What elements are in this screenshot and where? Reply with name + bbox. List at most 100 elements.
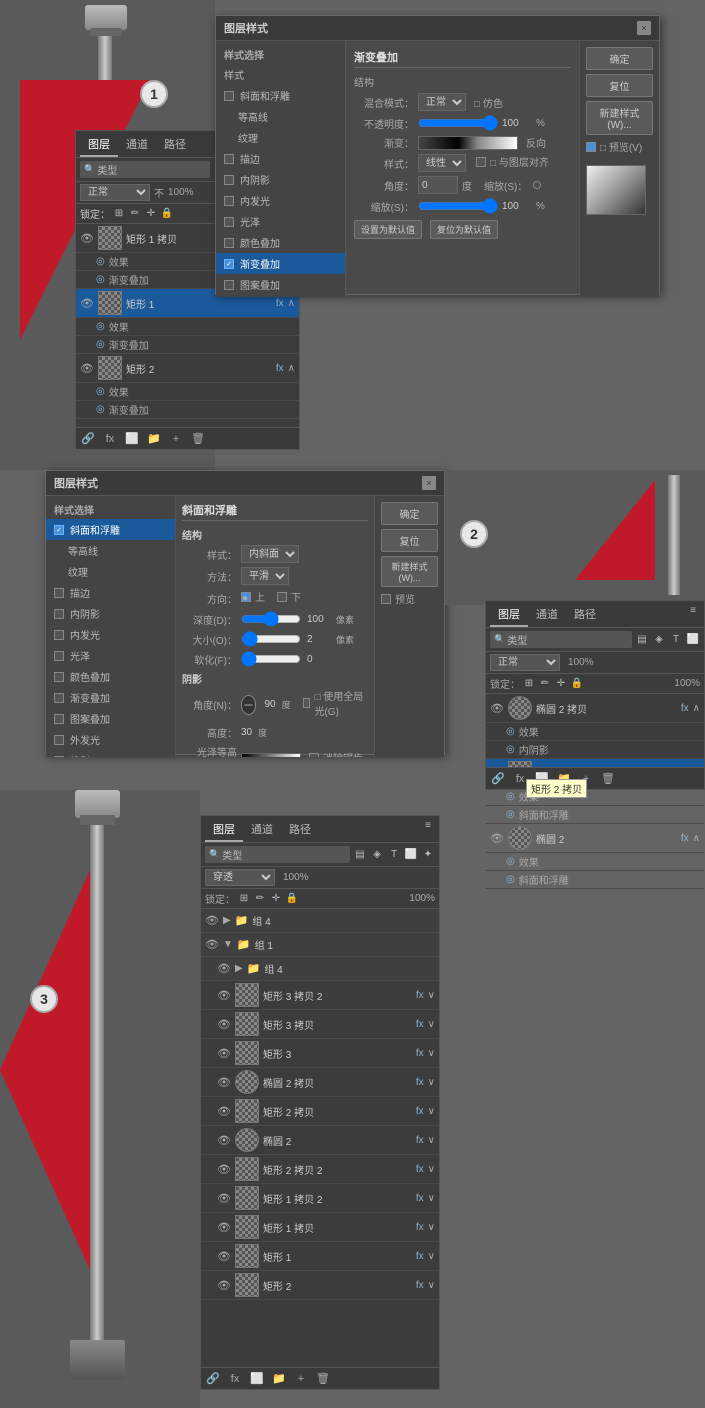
style-item-2[interactable]: 等高线 bbox=[216, 106, 345, 127]
lock-t-mid[interactable]: ⊞ bbox=[522, 677, 536, 691]
fx-e2c[interactable]: fx bbox=[681, 703, 689, 714]
size-slider[interactable] bbox=[241, 631, 301, 647]
depth-slider[interactable] bbox=[241, 611, 301, 627]
layer-r1cb[interactable]: 👁 矩形 1 拷贝 fx ∨ bbox=[201, 1213, 439, 1242]
d2-style-5[interactable]: 内发光 bbox=[46, 624, 175, 645]
expand-e2c[interactable]: ∧ bbox=[693, 703, 700, 714]
group-row-4-inner[interactable]: 👁 ▶ 📁 组 4 bbox=[201, 957, 439, 981]
preview-checkbox-1[interactable] bbox=[586, 142, 596, 152]
tri-g1[interactable]: ▼ bbox=[223, 939, 233, 950]
mask-icon-top[interactable]: ⬜ bbox=[124, 431, 140, 447]
delete-icon-bottom[interactable]: 🗑 bbox=[315, 1371, 331, 1387]
eye-r2b[interactable]: 👁 bbox=[217, 1279, 231, 1292]
layer-e2cb[interactable]: 👁 椭圆 2 拷贝 fx ∨ bbox=[201, 1068, 439, 1097]
expand-rect2[interactable]: ∧ bbox=[288, 363, 295, 374]
scale-slider[interactable] bbox=[418, 198, 498, 214]
layer-row-rect2[interactable]: 👁 矩形 2 fx ∧ bbox=[76, 354, 299, 383]
panel-menu-bottom[interactable]: ≡ bbox=[421, 818, 435, 832]
blend-mode-select[interactable]: 正常 bbox=[418, 93, 466, 111]
opacity-slider-d1[interactable] bbox=[418, 115, 498, 131]
lock-all-icon[interactable]: 🔒 bbox=[160, 207, 174, 221]
style-item-5[interactable]: 内阴影 bbox=[216, 169, 345, 190]
tab-paths-top[interactable]: 路径 bbox=[156, 133, 194, 157]
fx-e2cb[interactable]: fx bbox=[416, 1077, 424, 1088]
style-select-d2[interactable]: 内斜面 bbox=[241, 545, 299, 563]
style-item-0[interactable]: 样式 bbox=[216, 64, 345, 85]
eye-r1b[interactable]: 👁 bbox=[217, 1250, 231, 1263]
style-item-10[interactable]: 图案叠加 bbox=[216, 274, 345, 295]
eye-e2cb[interactable]: 👁 bbox=[217, 1076, 231, 1089]
lock-p-mid[interactable]: ✏ bbox=[538, 677, 552, 691]
fx-footer-bottom[interactable]: fx bbox=[227, 1371, 243, 1387]
lock-m-bottom[interactable]: ✛ bbox=[269, 892, 283, 906]
expand-r3c[interactable]: ∨ bbox=[428, 1019, 435, 1030]
adjust-icon-mid[interactable]: ◈ bbox=[652, 633, 666, 647]
align-checkbox[interactable] bbox=[476, 157, 486, 167]
tab-channels-bottom[interactable]: 通道 bbox=[243, 818, 281, 842]
tab-layers-bottom[interactable]: 图层 bbox=[205, 818, 243, 842]
group-icon-top[interactable]: 📁 bbox=[146, 431, 162, 447]
dir-down-cb[interactable] bbox=[277, 592, 287, 602]
gloss-curve[interactable] bbox=[241, 753, 301, 757]
style-item-6[interactable]: 内发光 bbox=[216, 190, 345, 211]
style-item-9[interactable]: ✓渐变叠加 bbox=[216, 253, 345, 274]
expand-e2cb[interactable]: ∨ bbox=[428, 1077, 435, 1088]
group-icon-bottom[interactable]: 📁 bbox=[271, 1371, 287, 1387]
fx-r1b[interactable]: fx bbox=[416, 1251, 424, 1262]
pixel-icon-bottom[interactable]: ▤ bbox=[353, 848, 367, 862]
text-icon-mid[interactable]: T bbox=[669, 633, 683, 647]
expand-rect1[interactable]: ∧ bbox=[288, 298, 295, 309]
eye-e2c[interactable]: 👁 bbox=[490, 702, 504, 715]
anti-alias-cb[interactable] bbox=[309, 753, 319, 758]
set-default-btn-d1[interactable]: 设置为默认值 bbox=[354, 220, 422, 239]
d2-style-11[interactable]: 投影 bbox=[46, 750, 175, 757]
d2-style-0[interactable]: ✓斜面和浮雕 bbox=[46, 519, 175, 540]
panel-menu-mid[interactable]: ≡ bbox=[686, 603, 700, 617]
d2-style-1[interactable]: 等高线 bbox=[46, 540, 175, 561]
fx-r3c[interactable]: fx bbox=[416, 1019, 424, 1030]
style-select-d1[interactable]: 线性 bbox=[418, 154, 466, 172]
style-item-7[interactable]: 光泽 bbox=[216, 211, 345, 232]
global-light-cb[interactable] bbox=[303, 698, 311, 708]
eye-r3c[interactable]: 👁 bbox=[217, 1018, 231, 1031]
style-item-3[interactable]: 纹理 bbox=[216, 127, 345, 148]
eye-r1c2b[interactable]: 👁 bbox=[217, 1192, 231, 1205]
fx-r1c2b[interactable]: fx bbox=[416, 1193, 424, 1204]
tab-paths-mid[interactable]: 路径 bbox=[566, 603, 604, 627]
style-item-4[interactable]: 描边 bbox=[216, 148, 345, 169]
eye-rect1copy[interactable]: 👁 bbox=[80, 232, 94, 245]
mask-icon-bottom[interactable]: ⬜ bbox=[249, 1371, 265, 1387]
reset-angle-d1[interactable]: 缩放(S)： bbox=[484, 178, 527, 193]
d2-style-8[interactable]: 渐变叠加 bbox=[46, 687, 175, 708]
blend-mode-select-top[interactable]: 正常 bbox=[80, 184, 150, 201]
group-row-4-top[interactable]: 👁 ▶ 📁 组 4 bbox=[201, 909, 439, 933]
layer-r2c2b[interactable]: 👁 矩形 2 拷贝 2 fx ∨ bbox=[201, 1155, 439, 1184]
layer-r2cb[interactable]: 👁 矩形 2 拷贝 fx ∨ bbox=[201, 1097, 439, 1126]
eye-rect2[interactable]: 👁 bbox=[80, 362, 94, 375]
new-icon-bottom[interactable]: + bbox=[293, 1371, 309, 1387]
fx-r2b[interactable]: fx bbox=[416, 1280, 424, 1291]
tri-g4i[interactable]: ▶ bbox=[235, 963, 243, 974]
eye-g1[interactable]: 👁 bbox=[205, 938, 219, 951]
expand-r1b[interactable]: ∨ bbox=[428, 1251, 435, 1262]
expand-r3[interactable]: ∨ bbox=[428, 1048, 435, 1059]
eye-r2cb[interactable]: 👁 bbox=[217, 1105, 231, 1118]
tab-channels-top[interactable]: 通道 bbox=[118, 133, 156, 157]
fx-r3c2[interactable]: fx bbox=[416, 990, 424, 1001]
expand-e2b[interactable]: ∨ bbox=[428, 1135, 435, 1146]
expand-r1c2b[interactable]: ∨ bbox=[428, 1193, 435, 1204]
ok-btn-2[interactable]: 确定 bbox=[381, 502, 438, 525]
eye-r3[interactable]: 👁 bbox=[217, 1047, 231, 1060]
lock-paint-icon[interactable]: ✏ bbox=[128, 207, 142, 221]
layer-ellipse2copy[interactable]: 👁 椭圆 2 拷贝 fx ∧ bbox=[486, 694, 704, 723]
soften-slider[interactable] bbox=[241, 651, 301, 667]
fx-footer-top[interactable]: fx bbox=[102, 431, 118, 447]
preview-cb-2[interactable] bbox=[381, 594, 391, 604]
lock-m-mid[interactable]: ✛ bbox=[554, 677, 568, 691]
adjust-icon-bottom[interactable]: ◈ bbox=[370, 848, 384, 862]
lock-move-icon[interactable]: ✛ bbox=[144, 207, 158, 221]
group-row-1[interactable]: 👁 ▼ 📁 组 1 bbox=[201, 933, 439, 957]
new-style-btn-2[interactable]: 新建样式(W)... bbox=[381, 556, 438, 587]
layer-r3[interactable]: 👁 矩形 3 fx ∨ bbox=[201, 1039, 439, 1068]
fx-r3[interactable]: fx bbox=[416, 1048, 424, 1059]
